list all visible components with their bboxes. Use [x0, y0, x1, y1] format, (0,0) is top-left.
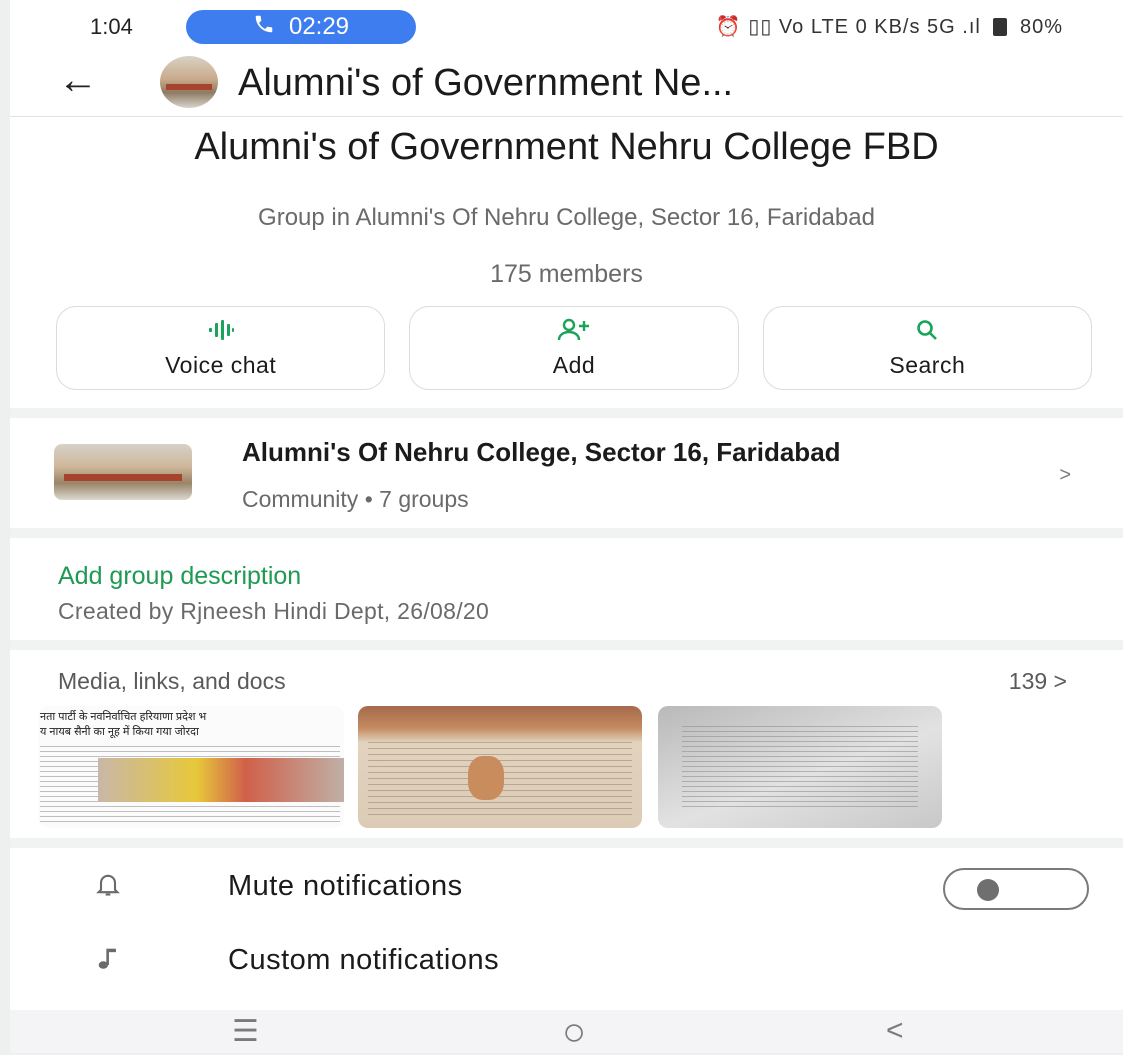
section-separator [10, 408, 1123, 418]
mute-notifications-row[interactable]: Mute notifications [10, 852, 1123, 922]
bell-icon [94, 870, 122, 905]
add-person-icon [557, 318, 591, 344]
search-button[interactable]: Search [762, 306, 1092, 390]
thumbnail-text-lines [682, 726, 918, 808]
toggle-knob [977, 879, 999, 901]
network-indicators: ⏰ ▯▯ Vo LTE 0 KB/s 5G .ıl [715, 16, 981, 38]
thumbnail-headline-line-1: नता पार्टी के नवनिर्वाचित हरियाणा प्रदेश… [40, 711, 207, 723]
add-group-description-link[interactable]: Add group description [58, 562, 301, 591]
thumbnail-photo [98, 758, 344, 802]
community-row[interactable]: Alumni's Of Nehru College, Sector 16, Fa… [10, 420, 1123, 526]
created-by-text: Created by Rjneesh Hindi Dept, 26/08/20 [58, 598, 490, 624]
ongoing-call-pill[interactable]: 02:29 [186, 10, 416, 44]
action-buttons: Voice chat Add Search [56, 306, 1092, 390]
custom-notifications-row[interactable]: Custom notifications [10, 926, 1123, 996]
divider [10, 116, 1123, 117]
community-title: Alumni's Of Nehru College, Sector 16, Fa… [242, 437, 841, 467]
media-thumbnail-newspaper-2[interactable] [358, 706, 642, 828]
recents-button[interactable]: ☰ [232, 1014, 259, 1049]
header-title: Alumni's of Government Ne... [238, 62, 734, 104]
search-icon [915, 318, 939, 344]
phone-icon [253, 13, 275, 42]
group-subtitle: Group in Alumni's Of Nehru College, Sect… [258, 204, 875, 231]
thumbnail-headline: नता पार्टी के नवनिर्वाचित हरियाणा प्रदेश… [40, 710, 206, 740]
media-section-title[interactable]: Media, links, and docs [58, 668, 286, 695]
battery-percent: 80% [1019, 16, 1063, 38]
section-separator [10, 838, 1123, 848]
thumbnail-portrait [468, 756, 504, 800]
community-meta: Community • 7 groups [242, 486, 469, 512]
voice-chat-button[interactable]: Voice chat [56, 306, 386, 390]
call-timer: 02:29 [288, 13, 350, 40]
group-avatar[interactable] [160, 56, 218, 108]
back-button[interactable]: < [886, 1014, 904, 1048]
home-button[interactable]: ○ [562, 1010, 586, 1055]
status-indicators: ⏰ ▯▯ Vo LTE 0 KB/s 5G .ıl 80% [716, 14, 1063, 39]
media-thumbnail-newspaper-1[interactable]: नता पार्टी के नवनिर्वाचित हरियाणा प्रदेश… [38, 706, 344, 828]
chevron-right-icon: > [1059, 464, 1071, 486]
member-count[interactable]: 175 members [10, 260, 1123, 289]
add-button[interactable]: Add [409, 306, 739, 390]
community-thumbnail [54, 444, 192, 500]
section-separator [10, 640, 1123, 650]
section-separator [10, 528, 1123, 538]
status-time: 1:04 [90, 14, 133, 39]
media-thumbnails: नता पार्टी के नवनिर्वाचित हरियाणा प्रदेश… [38, 706, 948, 828]
voice-chat-icon [207, 318, 235, 344]
thumbnail-headline-line-2: य नायब सैनी का नूह में किया गया जोरदा [40, 726, 199, 738]
mute-notifications-label: Mute notifications [228, 870, 463, 902]
mute-toggle[interactable] [943, 868, 1089, 910]
music-note-icon [94, 944, 122, 979]
media-count[interactable]: 139 > [1009, 668, 1067, 695]
back-arrow-icon[interactable]: ← [58, 58, 98, 103]
custom-notifications-label: Custom notifications [228, 944, 500, 976]
voice-chat-label: Voice chat [165, 351, 277, 378]
system-navigation-bar: ☰ ○ < [10, 1010, 1123, 1055]
status-bar: 1:04 02:29 ⏰ ▯▯ Vo LTE 0 KB/s 5G .ıl 80% [10, 0, 1123, 52]
search-label: Search [889, 351, 966, 378]
app-header: ← Alumni's of Government Ne... [10, 52, 1123, 116]
battery-icon [993, 18, 1008, 36]
media-thumbnail-document[interactable] [658, 706, 942, 828]
add-label: Add [552, 351, 596, 378]
group-name: Alumni's of Government Nehru College FBD [194, 126, 939, 168]
